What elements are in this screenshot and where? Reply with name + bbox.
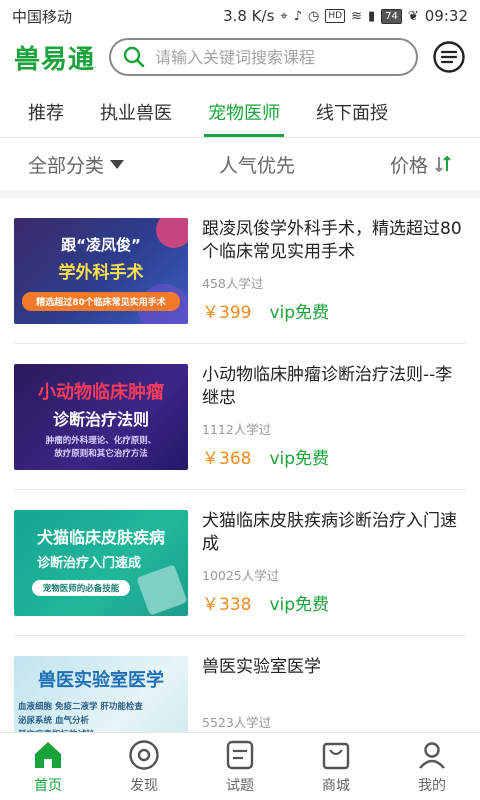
signal-icon: ▮ — [367, 8, 376, 24]
search-input[interactable] — [155, 47, 404, 67]
filter-popularity-label: 人气优先 — [218, 154, 295, 177]
search-box[interactable] — [109, 38, 418, 76]
menu-icon[interactable] — [432, 40, 466, 74]
vip-free-label: vip免费 — [269, 303, 330, 323]
hd-badge: HD — [325, 9, 346, 23]
bottom-nav: 首页 发现 试题 商城 我的 — [0, 732, 480, 800]
thumb-text: 跟“凌凤俊” — [61, 236, 141, 254]
leaf-icon: ❦ — [407, 8, 419, 24]
app-logo: 兽易通 — [14, 44, 96, 75]
course-item[interactable]: 小动物临床肿瘤 诊断治疗法则 肿瘤的外科理论、化疗原则、 放疗原则和其它治疗方法… — [14, 344, 466, 490]
learner-count: 1112人学过 — [202, 422, 272, 437]
filter-popularity[interactable]: 人气优先 — [219, 151, 295, 178]
course-info: 小动物临床肿瘤诊断治疗法则--李继忠 1112人学过 ￥368 vip免费 — [202, 364, 466, 469]
course-info: 跟凌凤俊学外科手术，精选超过80个临床常见实用手术 458人学过 ￥399 vi… — [202, 218, 466, 323]
vip-free-label: vip免费 — [269, 595, 330, 615]
nav-home[interactable]: 首页 — [0, 733, 96, 800]
nav-shop-label: 商城 — [322, 778, 350, 794]
nav-discover-label: 发现 — [130, 778, 158, 794]
nav-home-label: 首页 — [34, 778, 62, 794]
thumb-text: 兽医实验室医学 — [38, 670, 164, 691]
shop-icon — [322, 742, 350, 770]
category-tabs: 推荐 执业兽医 宠物医师 线下面授 — [0, 86, 480, 138]
nav-exam[interactable]: 试题 — [192, 733, 288, 800]
thumb-text: 泌尿系统 血气分析 — [18, 716, 89, 726]
thumb-text: 肿瘤的外科理论、化疗原则、 — [45, 436, 157, 446]
course-item[interactable]: 跟“凌凤俊” 学外科手术 精选超过80个临床常见实用手术 跟凌凤俊学外科手术，精… — [14, 198, 466, 344]
status-bar: 中国移动 3.8 K/s ⌖ ♪ ◷ HD ≋ ▮ 74 ❦ 09:32 — [0, 0, 480, 32]
course-title[interactable]: 犬猫临床皮肤疾病诊断治疗入门速成 — [202, 510, 466, 557]
filter-bar: 全部分类 人气优先 价格 — [0, 138, 480, 198]
thumb-text: 诊断治疗法则 — [52, 410, 149, 429]
tab-offline[interactable]: 线下面授 — [298, 86, 406, 137]
carrier-label: 中国移动 — [12, 7, 73, 26]
tab-licensed-vet[interactable]: 执业兽医 — [82, 86, 190, 137]
thumb-text: 犬猫临床皮肤疾病 — [36, 528, 165, 547]
course-title[interactable]: 跟凌凤俊学外科手术，精选超过80个临床常见实用手术 — [202, 218, 466, 265]
thumb-text: 精选超过80个临床常见实用手术 — [22, 292, 180, 311]
price-row: ￥368 vip免费 — [202, 444, 466, 469]
location-icon: ⌖ — [280, 8, 288, 24]
course-title[interactable]: 兽医实验室医学 — [202, 656, 466, 704]
filter-category-label: 全部分类 — [28, 154, 105, 177]
alarm-icon: ◷ — [308, 8, 320, 24]
filter-category[interactable]: 全部分类 — [28, 151, 125, 178]
course-thumbnail: 小动物临床肿瘤 诊断治疗法则 肿瘤的外科理论、化疗原则、 放疗原则和其它治疗方法 — [14, 364, 188, 470]
nav-profile-label: 我的 — [418, 778, 446, 794]
thumb-text: 血液细胞 免疫二液学 肝功能检查 — [18, 702, 143, 712]
course-thumbnail: 跟“凌凤俊” 学外科手术 精选超过80个临床常见实用手术 — [14, 218, 188, 324]
wifi-icon: ≋ — [351, 8, 362, 24]
tab-recommend[interactable]: 推荐 — [10, 86, 82, 137]
course-price: ￥338 — [202, 595, 252, 615]
battery-icon: 74 — [381, 8, 402, 24]
thumb-text: 小动物临床肿瘤 — [38, 382, 164, 403]
search-icon — [123, 46, 145, 68]
profile-icon — [419, 742, 445, 769]
app-header: 兽易通 — [0, 32, 480, 82]
discover-icon — [129, 740, 159, 770]
course-thumbnail: 犬猫临床皮肤疾病 诊断治疗入门速成 宠物医师的必备技能 — [14, 510, 188, 616]
nav-profile[interactable]: 我的 — [384, 733, 480, 800]
mute-icon: ♪ — [293, 8, 303, 24]
filter-price-label: 价格 — [389, 154, 428, 177]
learner-count: 10025人学过 — [202, 568, 280, 583]
course-price: ￥368 — [202, 449, 252, 469]
filter-price[interactable]: 价格 — [390, 151, 452, 178]
vip-free-label: vip免费 — [269, 449, 330, 469]
learner-count: 458人学过 — [202, 276, 264, 291]
thumb-text: 宠物医师的必备技能 — [32, 580, 130, 596]
nav-discover[interactable]: 发现 — [96, 733, 192, 800]
status-icons: 3.8 K/s ⌖ ♪ ◷ HD ≋ ▮ 74 ❦ 09:32 — [223, 7, 468, 25]
clock: 09:32 — [424, 7, 468, 25]
course-info: 犬猫临床皮肤疾病诊断治疗入门速成 10025人学过 ￥338 vip免费 — [202, 510, 466, 615]
course-price: ￥399 — [202, 303, 252, 323]
thumb-text: 放疗原则和其它治疗方法 — [54, 449, 148, 459]
price-row: ￥399 vip免费 — [202, 298, 466, 323]
thumb-text: 诊断治疗入门速成 — [36, 556, 141, 571]
nav-shop[interactable]: 商城 — [288, 733, 384, 800]
home-icon — [35, 742, 61, 768]
nav-exam-label: 试题 — [226, 778, 254, 794]
sort-icon — [435, 155, 451, 173]
tab-pet-doctor[interactable]: 宠物医师 — [190, 86, 298, 137]
exam-icon — [226, 740, 254, 770]
course-item[interactable]: 犬猫临床皮肤疾病 诊断治疗入门速成 宠物医师的必备技能 犬猫临床皮肤疾病诊断治疗… — [14, 490, 466, 636]
course-list: 跟“凌凤俊” 学外科手术 精选超过80个临床常见实用手术 跟凌凤俊学外科手术，精… — [0, 198, 480, 782]
caret-down-icon — [110, 159, 125, 169]
price-row: ￥338 vip免费 — [202, 590, 466, 615]
course-title[interactable]: 小动物临床肿瘤诊断治疗法则--李继忠 — [202, 364, 466, 411]
thumb-text: 学外科手术 — [58, 263, 144, 283]
learner-count: 5523人学过 — [202, 715, 272, 730]
network-speed: 3.8 K/s — [223, 7, 275, 25]
